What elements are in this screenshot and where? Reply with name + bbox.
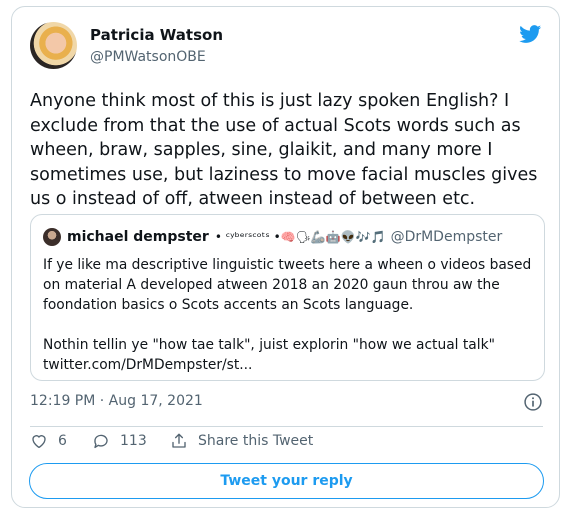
reply-bubble-icon bbox=[94, 434, 108, 449]
quoted-tweet-text: If ye like ma descriptive linguistic twe… bbox=[43, 255, 538, 375]
info-icon[interactable] bbox=[523, 392, 543, 412]
quoted-author-avatar bbox=[43, 228, 61, 246]
author-name[interactable]: Patricia Watson bbox=[90, 26, 223, 44]
tweet-your-reply-button[interactable]: Tweet your reply bbox=[29, 463, 544, 499]
share-action[interactable]: Share this Tweet bbox=[170, 432, 313, 450]
like-count: 6 bbox=[58, 433, 67, 449]
quoted-author-handle: @DrMDempster bbox=[390, 229, 503, 245]
divider bbox=[30, 426, 543, 427]
author-handle[interactable]: @PMWatsonOBE bbox=[90, 49, 223, 65]
action-bar: 6 113 Share this Tweet bbox=[30, 432, 313, 450]
quoted-tweet-header: michael dempster • ᶜʸᵇᵉʳˢᶜᵒᵗˢ •🧠🗣🦾🤖👽🎶🎵 @… bbox=[43, 228, 502, 246]
author-avatar[interactable] bbox=[30, 22, 77, 69]
reply-count: 113 bbox=[120, 433, 147, 449]
like-action[interactable]: 6 bbox=[30, 432, 92, 450]
tweet-text: Anyone think most of this is just lazy s… bbox=[30, 91, 538, 209]
tweet-card: Patricia Watson @PMWatsonOBE Anyone thin… bbox=[11, 6, 560, 508]
quoted-paragraph: Nothin tellin ye "how tae talk", juist e… bbox=[43, 337, 495, 373]
quoted-author-name-decorations: • ᶜʸᵇᵉʳˢᶜᵒᵗˢ •🧠🗣🦾🤖👽🎶🎵 bbox=[214, 230, 386, 244]
tweet-timestamp[interactable]: 12:19 PM · Aug 17, 2021 bbox=[30, 393, 203, 409]
quoted-author-name: michael dempster bbox=[67, 229, 209, 245]
heart-icon bbox=[32, 435, 46, 449]
author-block[interactable]: Patricia Watson @PMWatsonOBE bbox=[90, 26, 223, 65]
share-icon bbox=[172, 433, 186, 448]
share-label: Share this Tweet bbox=[198, 433, 314, 449]
quoted-tweet[interactable]: michael dempster • ᶜʸᵇᵉʳˢᶜᵒᵗˢ •🧠🗣🦾🤖👽🎶🎵 @… bbox=[30, 214, 545, 381]
quoted-paragraph: If ye like ma descriptive linguistic twe… bbox=[43, 257, 532, 313]
reply-action[interactable]: 113 bbox=[92, 432, 170, 450]
twitter-bird-icon[interactable] bbox=[518, 23, 543, 45]
